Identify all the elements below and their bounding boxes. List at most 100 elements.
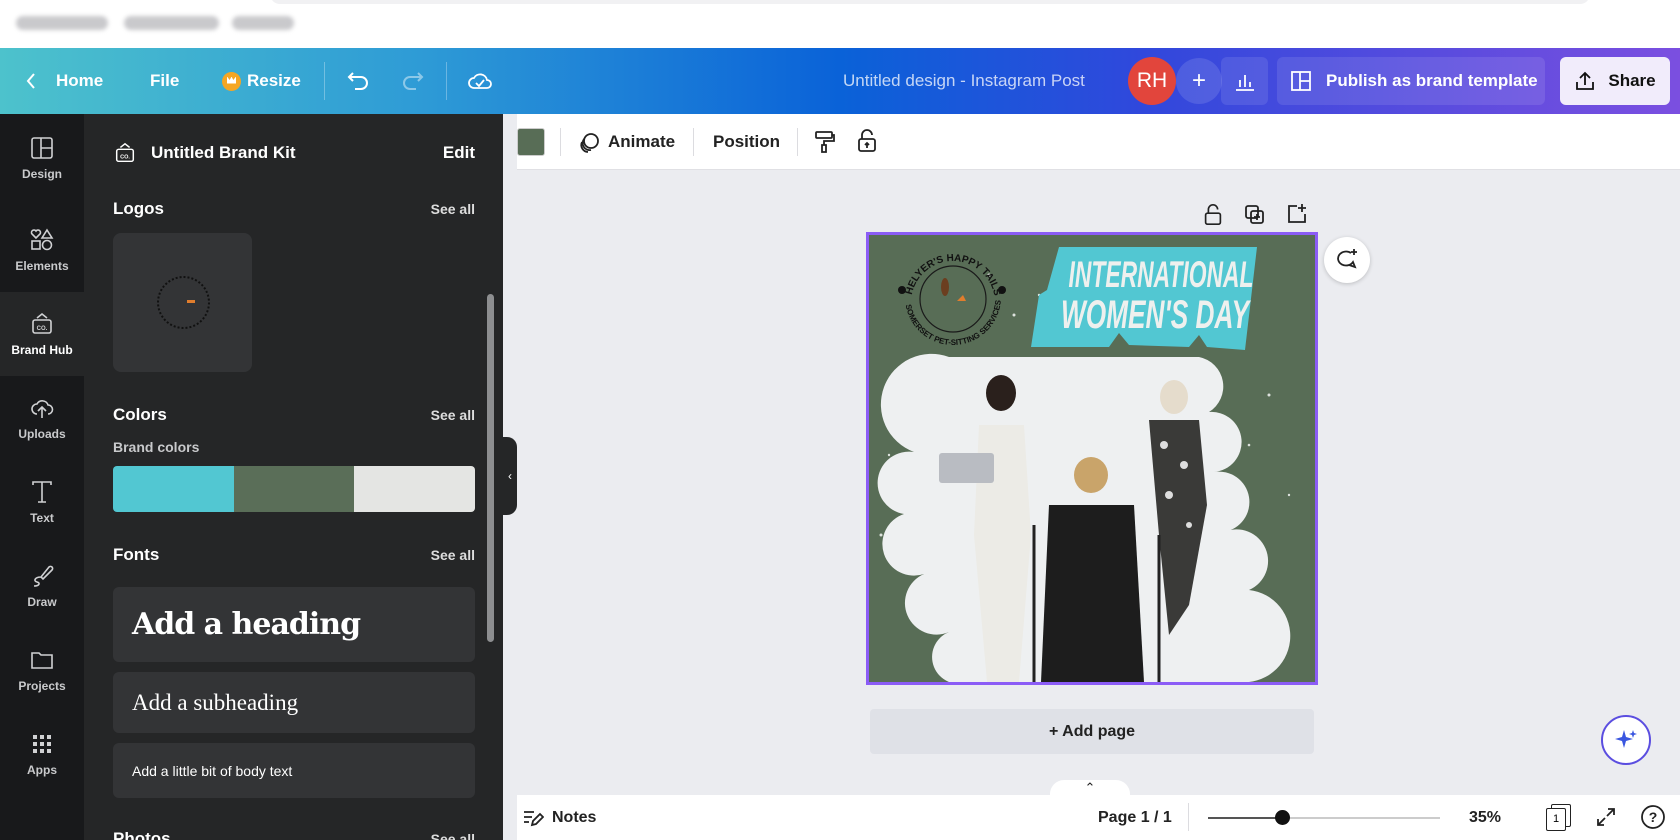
file-menu[interactable]: File xyxy=(150,48,179,114)
svg-text:?: ? xyxy=(1649,809,1658,825)
rail-label: Design xyxy=(21,167,62,181)
comment-plus-icon xyxy=(1337,249,1357,269)
grid-icon xyxy=(33,735,51,753)
svg-text:CO.: CO. xyxy=(120,155,130,161)
headline-line-1: INTERNATIONAL xyxy=(1069,254,1254,295)
logos-heading: Logos xyxy=(113,199,164,218)
rail-item-draw[interactable]: Draw xyxy=(0,544,84,628)
zoom-slider-handle[interactable] xyxy=(1275,810,1291,825)
help-icon[interactable]: ? xyxy=(1640,804,1666,830)
cloud-saved-icon[interactable] xyxy=(467,68,493,94)
browser-bookmarks-bar xyxy=(0,0,1680,48)
add-body-text-button[interactable]: Add a little bit of body text xyxy=(113,743,475,798)
shapes-icon xyxy=(30,228,54,251)
crown-icon xyxy=(222,71,241,91)
colors-heading: Colors xyxy=(113,405,167,424)
address-bar[interactable] xyxy=(270,0,1590,4)
zoom-level[interactable]: 35% xyxy=(1469,795,1501,840)
rail-item-uploads[interactable]: Uploads xyxy=(0,376,84,460)
home-button[interactable]: Home xyxy=(24,48,103,114)
editor-footer: Notes Page 1 / 1 35% 1 ? xyxy=(517,795,1680,840)
unlock-icon[interactable] xyxy=(855,128,879,154)
photos-heading: Photos xyxy=(113,829,171,840)
design-artwork: INTERNATIONAL WOMEN'S DAY HELYER'S HAPPY… xyxy=(877,247,1291,682)
duplicate-page-icon[interactable] xyxy=(1244,204,1266,226)
zoom-slider[interactable] xyxy=(1208,810,1440,825)
collapse-panel-handle[interactable]: ‹ xyxy=(503,437,517,515)
fonts-see-all[interactable]: See all xyxy=(431,547,475,563)
rail-item-design[interactable]: Design xyxy=(0,116,84,200)
fonts-heading: Fonts xyxy=(113,545,160,564)
fullscreen-icon[interactable] xyxy=(1595,806,1617,828)
brand-colors-label: Brand colors xyxy=(113,439,200,455)
add-comment-button[interactable] xyxy=(1324,237,1370,283)
panel-scrollbar[interactable] xyxy=(487,294,494,642)
undo-icon[interactable] xyxy=(347,69,371,93)
magic-assistant-button[interactable] xyxy=(1601,715,1651,765)
fill-color-button[interactable] xyxy=(517,128,545,156)
template-icon xyxy=(1291,71,1311,91)
design-page[interactable]: INTERNATIONAL WOMEN'S DAY HELYER'S HAPPY… xyxy=(866,232,1318,685)
chevron-left-icon: ‹ xyxy=(508,469,512,483)
resize-label: Resize xyxy=(247,71,301,90)
add-page-button[interactable]: + Add page xyxy=(870,709,1314,754)
rail-label: Draw xyxy=(27,595,57,609)
plus-icon: + xyxy=(1191,67,1206,94)
helyers-happy-tails-logo: HELYER'S HAPPY TAILS SOMERSET PET-SITTIN… xyxy=(898,253,1006,347)
animate-button[interactable]: Animate xyxy=(578,114,675,170)
rail-item-elements[interactable]: Elements xyxy=(0,208,84,292)
lock-page-icon[interactable] xyxy=(1201,203,1225,227)
position-button[interactable]: Position xyxy=(713,114,780,170)
chevron-up-icon: ⌃ xyxy=(1084,780,1096,795)
insights-button[interactable] xyxy=(1221,57,1268,105)
animate-label: Animate xyxy=(608,132,676,151)
bookmark[interactable] xyxy=(16,16,108,30)
context-toolbar: Animate Position xyxy=(517,114,1680,170)
photos-see-all[interactable]: See all xyxy=(431,831,475,840)
notes-button[interactable]: Notes xyxy=(522,795,596,840)
avatar[interactable]: RH xyxy=(1128,57,1176,105)
add-page-icon[interactable] xyxy=(1286,202,1308,224)
rail-item-brand-hub[interactable]: CO. Brand Hub xyxy=(0,292,84,376)
add-collaborator-button[interactable]: + xyxy=(1176,58,1222,104)
folder-icon xyxy=(31,652,53,669)
headline-line-2: WOMEN'S DAY xyxy=(1061,293,1251,337)
rail-label: Apps xyxy=(27,763,57,777)
publish-brand-template-button[interactable]: Publish as brand template xyxy=(1277,57,1545,105)
add-heading-button[interactable]: Add a heading xyxy=(113,587,475,662)
sparkle-icon xyxy=(1615,730,1637,748)
home-label: Home xyxy=(56,71,104,90)
page-grid-button[interactable]: 1 xyxy=(1546,804,1572,832)
colors-see-all[interactable]: See all xyxy=(431,407,475,423)
notes-icon xyxy=(524,810,544,826)
bookmark[interactable] xyxy=(124,16,219,30)
color-swatch[interactable] xyxy=(354,466,475,512)
share-button[interactable]: Share xyxy=(1560,57,1670,105)
resize-button[interactable]: Resize xyxy=(222,48,301,114)
color-swatch[interactable] xyxy=(233,466,355,512)
rail-item-text[interactable]: Text xyxy=(0,460,84,544)
design-title[interactable]: Untitled design - Instagram Post xyxy=(843,48,1085,114)
logos-see-all[interactable]: See all xyxy=(431,201,475,217)
layout-icon xyxy=(31,137,53,159)
rail-item-apps[interactable]: Apps xyxy=(0,712,84,796)
rail-item-projects[interactable]: Projects xyxy=(0,628,84,712)
brand-hub-panel: CO. Untitled Brand Kit Edit Logos See all… xyxy=(84,114,503,840)
edit-brand-kit-button[interactable]: Edit xyxy=(443,143,475,163)
notes-label: Notes xyxy=(552,808,597,826)
publish-label: Publish as brand template xyxy=(1326,71,1538,90)
bookmark[interactable] xyxy=(232,16,294,30)
pages-icon: 1 xyxy=(1546,808,1566,831)
page-indicator[interactable]: Page 1 / 1 xyxy=(1098,795,1172,840)
color-swatch[interactable] xyxy=(113,466,234,512)
brand-kit-icon: CO. xyxy=(32,312,52,334)
share-label: Share xyxy=(1608,71,1656,90)
brand-kit-header: CO. Untitled Brand Kit Edit xyxy=(113,138,475,168)
redo-icon[interactable] xyxy=(400,69,424,93)
paint-roller-icon[interactable] xyxy=(813,130,837,154)
brand-logo-tile[interactable] xyxy=(113,233,252,372)
svg-text:CO.: CO. xyxy=(37,326,48,332)
brand-kit-name[interactable]: Untitled Brand Kit xyxy=(151,143,296,163)
add-subheading-button[interactable]: Add a subheading xyxy=(113,672,475,733)
rail-label: Projects xyxy=(18,679,66,693)
